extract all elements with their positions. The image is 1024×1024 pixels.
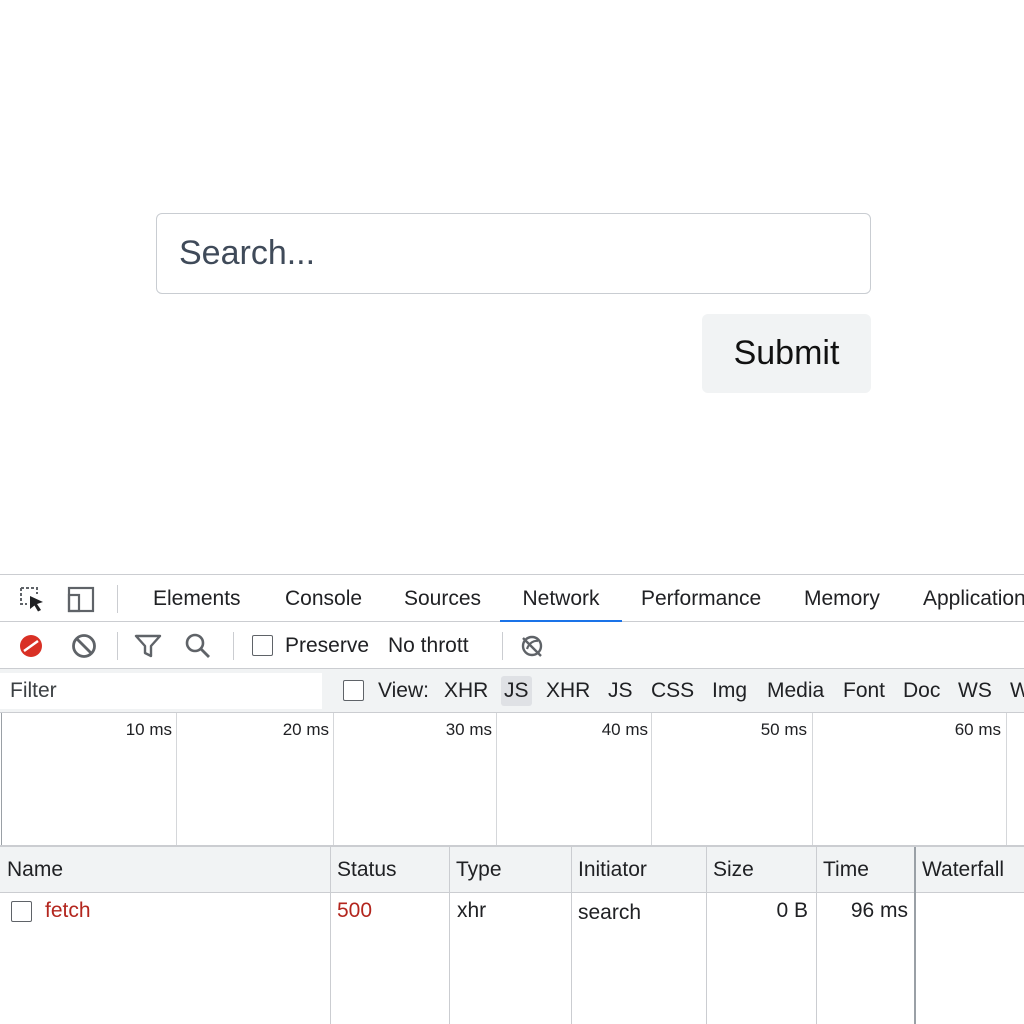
devtools-tabbar: Elements Console Sources Network Perform… <box>0 575 1024 622</box>
filter-type-js[interactable]: JS <box>501 676 532 706</box>
separator <box>117 632 118 660</box>
column-header-status[interactable]: Status <box>330 847 397 893</box>
tab-performance[interactable]: Performance <box>641 575 761 622</box>
overview-tick: 10 ms <box>125 720 172 739</box>
requests-table: Name Status Type Initiator Size Time Wat… <box>0 847 1024 1024</box>
web-page: Submit <box>0 0 1024 574</box>
column-header-initiator[interactable]: Initiator <box>571 847 647 893</box>
view-label: View: <box>378 679 429 702</box>
filter-type-font[interactable]: Font <box>843 669 885 713</box>
overview-tick: 60 ms <box>954 720 1001 739</box>
view-checkbox[interactable] <box>343 680 364 701</box>
network-overview[interactable]: 10 ms 20 ms 30 ms 40 ms 50 ms 60 ms <box>0 713 1024 847</box>
column-divider[interactable] <box>330 847 331 1024</box>
overview-tick: 40 ms <box>601 720 648 739</box>
separator <box>117 585 118 613</box>
throttling-select[interactable]: No thrott <box>388 634 469 658</box>
search-input[interactable] <box>156 213 871 294</box>
table-row[interactable]: fetch 500 xhr search 0 B 96 ms <box>0 893 1024 929</box>
column-divider[interactable] <box>914 847 916 1024</box>
overview-gridline <box>812 713 813 845</box>
column-divider[interactable] <box>816 847 817 1024</box>
column-header-waterfall[interactable]: Waterfall <box>915 847 1004 893</box>
request-name[interactable]: fetch <box>45 893 91 929</box>
device-toolbar-icon[interactable] <box>66 584 96 614</box>
filter-type-xhr[interactable]: XHR <box>546 669 590 713</box>
record-icon[interactable] <box>16 631 46 661</box>
filter-input[interactable] <box>0 673 322 709</box>
overview-tick: 50 ms <box>760 720 807 739</box>
separator <box>502 632 503 660</box>
filter-type-js[interactable]: JS <box>608 669 633 713</box>
tab-elements[interactable]: Elements <box>153 575 241 622</box>
overview-gridline <box>496 713 497 845</box>
filter-type-xhr[interactable]: XHR <box>444 669 488 713</box>
overview-tick: 20 ms <box>282 720 329 739</box>
network-conditions-icon[interactable] <box>517 631 547 661</box>
overview-gridline <box>1006 713 1007 845</box>
overview-gridline <box>333 713 334 845</box>
request-initiator[interactable]: search <box>578 895 641 931</box>
tab-console[interactable]: Console <box>285 575 362 622</box>
submit-button[interactable]: Submit <box>702 314 871 393</box>
filter-icon[interactable] <box>133 631 163 661</box>
tab-memory[interactable]: Memory <box>804 575 880 622</box>
column-header-size[interactable]: Size <box>706 847 754 893</box>
preserve-log-checkbox[interactable] <box>252 635 273 656</box>
separator <box>233 632 234 660</box>
network-toolbar: Preserve No thrott <box>0 622 1024 669</box>
request-status: 500 <box>337 899 373 922</box>
row-checkbox[interactable] <box>11 901 32 922</box>
filter-type-img[interactable]: Img <box>712 669 747 713</box>
request-time: 96 ms <box>850 899 908 922</box>
column-header-type[interactable]: Type <box>449 847 502 893</box>
preserve-log-label: Preserve <box>285 634 370 657</box>
search-icon[interactable] <box>183 631 213 661</box>
column-divider[interactable] <box>449 847 450 1024</box>
overview-gridline <box>176 713 177 845</box>
devtools-panel: Elements Console Sources Network Perform… <box>0 574 1024 1024</box>
column-header-name[interactable]: Name <box>0 847 63 893</box>
table-header: Name Status Type Initiator Size Time Wat… <box>0 847 1024 893</box>
filter-type-ws[interactable]: WS <box>958 669 992 713</box>
overview-gridline <box>651 713 652 845</box>
request-size: 0 B <box>776 899 808 922</box>
overview-tick: 30 ms <box>445 720 492 739</box>
filter-type-wasm[interactable]: W <box>1010 669 1024 713</box>
tab-sources[interactable]: Sources <box>404 575 481 622</box>
inspect-element-icon[interactable] <box>17 584 47 614</box>
column-divider[interactable] <box>571 847 572 1024</box>
request-type: xhr <box>457 899 487 922</box>
overview-gridline <box>1 713 2 845</box>
filter-type-media[interactable]: Media <box>767 669 824 713</box>
filter-bar: View: XHR JS XHR JS CSS Img Media Font D… <box>0 669 1024 713</box>
column-header-time[interactable]: Time <box>816 847 869 893</box>
column-divider[interactable] <box>706 847 707 1024</box>
filter-type-css[interactable]: CSS <box>651 669 694 713</box>
clear-icon[interactable] <box>69 631 99 661</box>
tab-network[interactable]: Network <box>500 575 622 622</box>
tab-application[interactable]: Application <box>923 575 1024 622</box>
filter-type-doc[interactable]: Doc <box>903 669 940 713</box>
